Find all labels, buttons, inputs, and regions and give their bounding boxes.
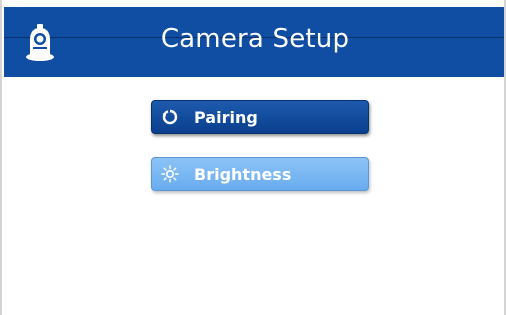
setup-menu: Pairing Brightness (151, 100, 369, 214)
page-title: Camera Setup (160, 24, 350, 54)
refresh-icon (152, 101, 188, 133)
header-bar: Camera Setup (4, 7, 504, 77)
pairing-label: Pairing (194, 107, 258, 127)
brightness-label: Brightness (194, 164, 292, 184)
camera-home-button[interactable] (4, 7, 76, 77)
camera-setup-screen: Camera Setup Pairing Brightness (0, 0, 506, 315)
brightness-button[interactable]: Brightness (151, 157, 369, 191)
pairing-button[interactable]: Pairing (151, 100, 369, 134)
camera-icon (23, 22, 57, 62)
sun-icon (152, 158, 188, 190)
